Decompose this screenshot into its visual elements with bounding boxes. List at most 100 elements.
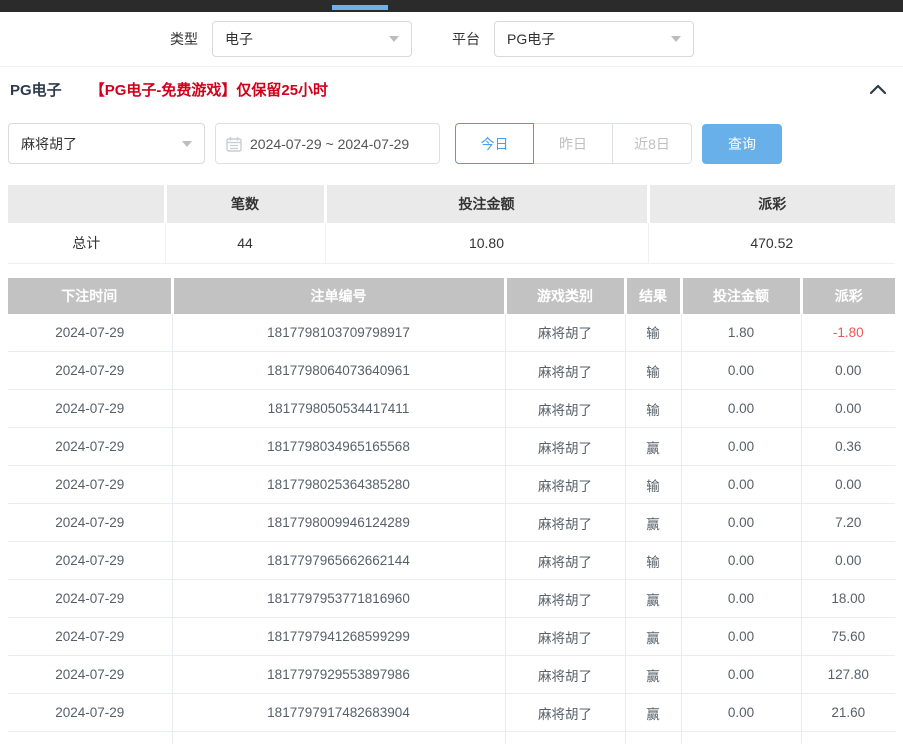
summary-total-row: 总计 44 10.80 470.52 <box>8 223 895 263</box>
type-label: 类型 <box>170 29 198 49</box>
bet-amount-cell: 0.00 <box>681 694 801 732</box>
game-type-cell: 麻将胡了 <box>505 504 625 542</box>
result-cell: 输 <box>625 466 681 504</box>
bet-time-cell: 2024-07-29 <box>8 504 172 542</box>
platform-select-value: PG电子 <box>507 29 555 49</box>
payout-cell: -1.80 <box>801 314 895 352</box>
game-type-cell: 麻将胡了 <box>505 390 625 428</box>
bet-amount-cell: 0.00 <box>681 656 801 694</box>
type-select[interactable]: 电子 <box>212 21 412 57</box>
bet-time-cell: 2024-07-29 <box>8 428 172 466</box>
summary-header-blank <box>8 185 165 223</box>
bet-time-cell: 2024-07-29 <box>8 390 172 428</box>
quick-date-buttons: 今日 昨日 近8日 <box>455 123 692 164</box>
result-cell: 赢 <box>625 580 681 618</box>
order-id-cell: 1817797965662662144 <box>172 542 505 580</box>
table-row: 2024-07-291817797953771816960麻将胡了赢0.0018… <box>8 580 895 618</box>
filter-bar: 类型 电子 平台 PG电子 <box>0 12 903 67</box>
table-row: 2024-07-291817798025364385280麻将胡了输0.000.… <box>8 466 895 504</box>
bet-amount-cell: 0.00 <box>681 352 801 390</box>
payout-cell: 18.00 <box>801 580 895 618</box>
result-cell: 输 <box>625 390 681 428</box>
result-cell: 输 <box>625 542 681 580</box>
game-select-value: 麻将胡了 <box>21 134 77 154</box>
top-navigation-bar <box>0 0 903 12</box>
chevron-down-icon <box>389 36 399 42</box>
bet-amount-cell: 0.00 <box>681 580 801 618</box>
platform-label: 平台 <box>452 29 480 49</box>
yesterday-button[interactable]: 昨日 <box>534 123 613 164</box>
table-row: 2024-07-291817797965662662144麻将胡了输0.000.… <box>8 542 895 580</box>
header-bet-amount: 投注金额 <box>681 278 801 314</box>
chevron-down-icon <box>671 36 681 42</box>
bet-amount-cell <box>681 732 801 744</box>
payout-cell: 0.36 <box>801 428 895 466</box>
game-type-cell: 麻将胡了 <box>505 656 625 694</box>
game-select[interactable]: 麻将胡了 <box>8 123 205 164</box>
search-button[interactable]: 查询 <box>702 124 782 164</box>
bet-amount-cell: 0.00 <box>681 390 801 428</box>
today-button[interactable]: 今日 <box>455 123 534 164</box>
bet-time-cell: 2024-07-29 <box>8 694 172 732</box>
table-row: 2024-07-291817797917482683904麻将胡了赢0.0021… <box>8 694 895 732</box>
order-id-cell: 1817798050534417411 <box>172 390 505 428</box>
summary-total-count: 44 <box>165 223 325 263</box>
active-tab-indicator[interactable] <box>332 5 388 10</box>
table-row: 2024-07-291817798050534417411麻将胡了输0.000.… <box>8 390 895 428</box>
last8days-button[interactable]: 近8日 <box>613 123 692 164</box>
payout-cell: 7.20 <box>801 504 895 542</box>
header-bet-time: 下注时间 <box>8 278 172 314</box>
bets-table: 下注时间 注单编号 游戏类别 结果 投注金额 派彩 2024-07-291817… <box>8 278 895 744</box>
table-row: 2024-07-291817798103709798917麻将胡了输1.80-1… <box>8 314 895 352</box>
order-id-cell <box>172 732 505 744</box>
table-row: 2024-07-291817798009946124289麻将胡了赢0.007.… <box>8 504 895 542</box>
summary-total-payout: 470.52 <box>648 223 895 263</box>
bet-time-cell: 2024-07-29 <box>8 352 172 390</box>
game-type-cell: 麻将胡了 <box>505 466 625 504</box>
summary-header-count: 笔数 <box>165 185 325 223</box>
bet-time-cell: 2024-07-29 <box>8 580 172 618</box>
bet-time-cell: 2024-07-29 <box>8 732 172 744</box>
order-id-cell: 1817797953771816960 <box>172 580 505 618</box>
bets-header-row: 下注时间 注单编号 游戏类别 结果 投注金额 派彩 <box>8 278 895 314</box>
game-type-cell: 麻将胡了 <box>505 314 625 352</box>
table-row: 2024-07-291817797941268599299麻将胡了赢0.0075… <box>8 618 895 656</box>
payout-cell: 0.00 <box>801 390 895 428</box>
result-cell: 赢 <box>625 504 681 542</box>
bet-amount-cell: 0.00 <box>681 428 801 466</box>
bet-time-cell: 2024-07-29 <box>8 466 172 504</box>
calendar-icon <box>226 136 242 152</box>
payout-cell: 0.00 <box>801 352 895 390</box>
result-cell: 赢 <box>625 694 681 732</box>
game-type-cell: 麻将胡了 <box>505 694 625 732</box>
order-id-cell: 1817798034965165568 <box>172 428 505 466</box>
header-payout: 派彩 <box>801 278 895 314</box>
collapse-toggle[interactable] <box>869 83 893 95</box>
platform-select[interactable]: PG电子 <box>494 21 694 57</box>
payout-cell: 0.00 <box>801 542 895 580</box>
bet-time-cell: 2024-07-29 <box>8 542 172 580</box>
header-order-id: 注单编号 <box>172 278 505 314</box>
order-id-cell: 1817797941268599299 <box>172 618 505 656</box>
query-toolbar: 麻将胡了 2024-07-29 ~ 2024-07-29 今日 昨日 近8日 查… <box>8 123 895 164</box>
bet-amount-cell: 1.80 <box>681 314 801 352</box>
result-cell: 赢 <box>625 656 681 694</box>
table-row: 2024-07-29麻将胡了赢 <box>8 732 895 744</box>
order-id-cell: 1817797917482683904 <box>172 694 505 732</box>
table-row: 2024-07-291817797929553897986麻将胡了赢0.0012… <box>8 656 895 694</box>
game-type-cell: 麻将胡了 <box>505 352 625 390</box>
bets-table-body: 2024-07-291817798103709798917麻将胡了输1.80-1… <box>8 314 895 744</box>
type-select-value: 电子 <box>225 29 253 49</box>
result-cell: 赢 <box>625 618 681 656</box>
table-row: 2024-07-291817798064073640961麻将胡了输0.000.… <box>8 352 895 390</box>
game-type-cell: 麻将胡了 <box>505 732 625 744</box>
chevron-up-icon <box>869 83 887 95</box>
bet-time-cell: 2024-07-29 <box>8 656 172 694</box>
date-range-value: 2024-07-29 ~ 2024-07-29 <box>250 136 409 152</box>
date-range-picker[interactable]: 2024-07-29 ~ 2024-07-29 <box>215 123 440 164</box>
section-title: PG电子 <box>10 79 62 100</box>
order-id-cell: 1817798009946124289 <box>172 504 505 542</box>
result-cell: 输 <box>625 314 681 352</box>
game-type-cell: 麻将胡了 <box>505 618 625 656</box>
header-result: 结果 <box>625 278 681 314</box>
